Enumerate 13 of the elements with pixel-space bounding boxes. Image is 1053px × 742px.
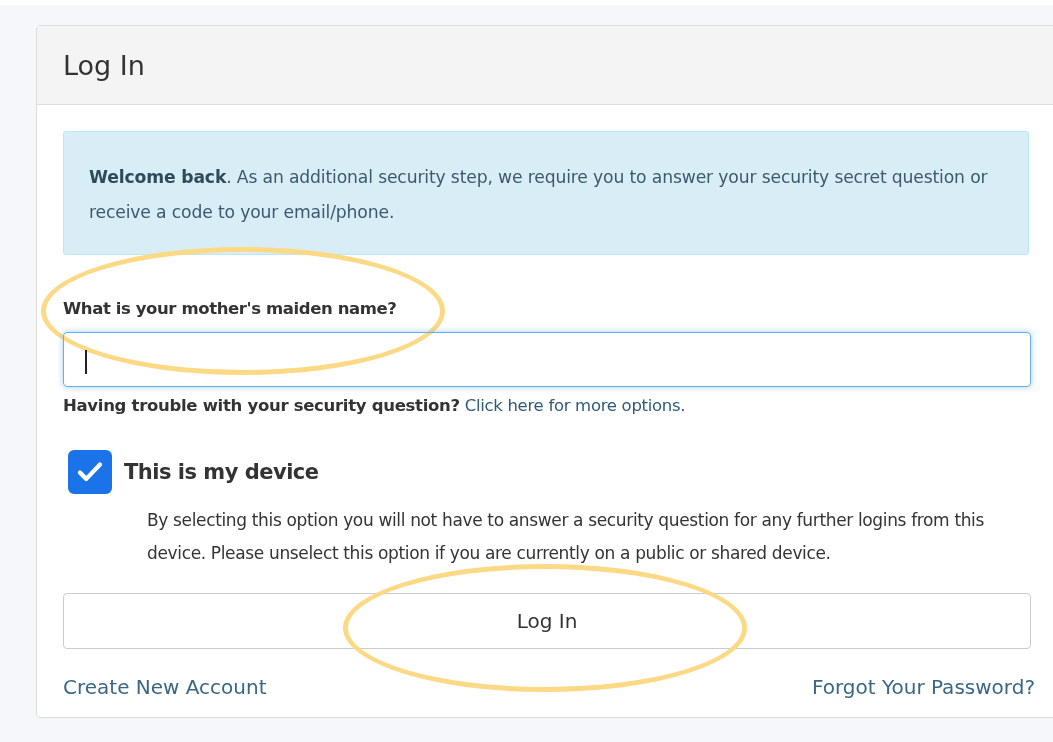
text-cursor [85, 350, 87, 374]
help-text: Having trouble with your security question? Click here for more options. [63, 396, 687, 415]
checkbox-label: This is my device [124, 460, 319, 484]
account-link[interactable]: Create New Account [63, 675, 267, 699]
account-link[interactable]: Forgot Your Password? [811, 675, 1035, 699]
more-options-link[interactable]: Click here for more options. [464, 396, 686, 415]
card-title: Log In [63, 49, 145, 81]
device-description: By selecting this option you will not have to answer a security question for any further logins from this device. Please unselect this option if you are currently on a public or shared device. [147, 509, 985, 565]
login-button[interactable]: Log In [63, 593, 1031, 649]
answer-field[interactable] [63, 332, 1031, 387]
alert-message: Welcome back. As an additional security step, we require you to answer your security secret question or receive a code to your email/phone. [89, 166, 989, 224]
device-checkbox[interactable] [68, 450, 112, 494]
question-label: What is your mother's maiden name? [63, 299, 397, 318]
